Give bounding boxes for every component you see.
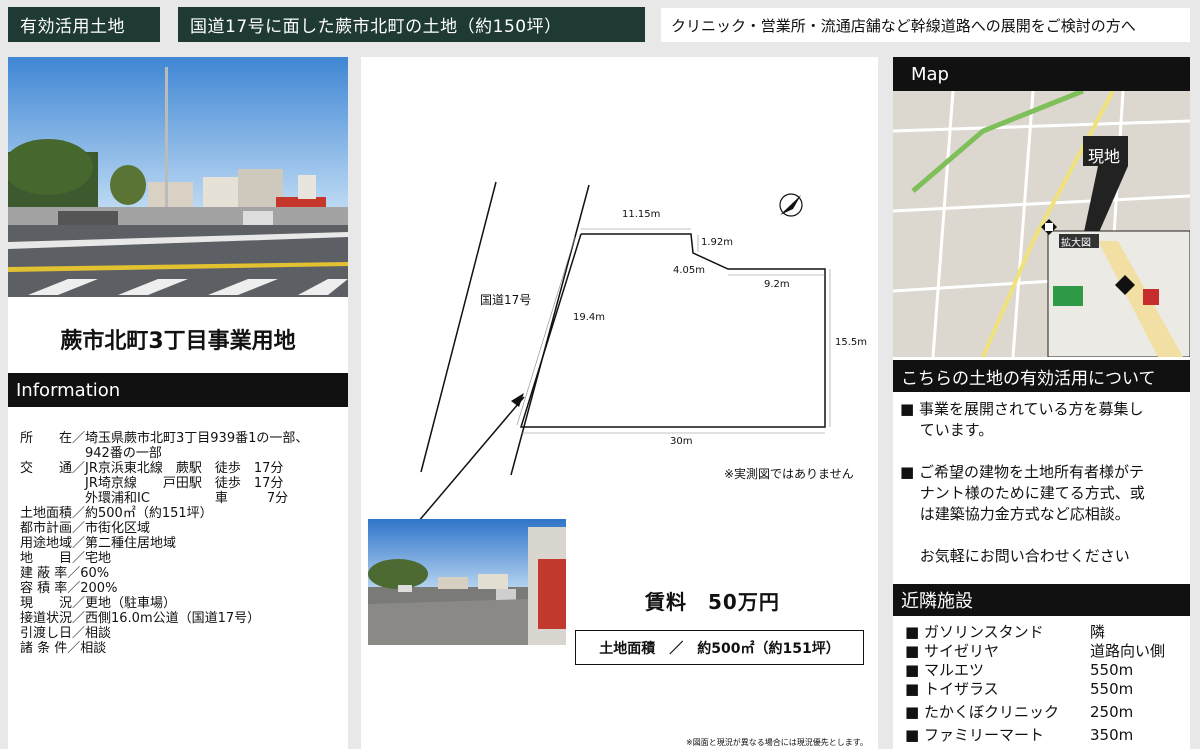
- road-edge-east: [510, 184, 590, 476]
- area-box: 土地面積 ／ 約500㎡（約151坪）: [575, 630, 864, 665]
- utilization-line: [900, 441, 1190, 462]
- site-photo: [368, 519, 566, 645]
- utilization-line: [900, 525, 1190, 546]
- info-line: 諸 条 件／相談: [20, 641, 107, 656]
- info-line: 建 蔽 率／60%: [20, 566, 110, 581]
- nearby-item-name: ■ ガソリンスタンド: [905, 623, 1044, 641]
- rent-label: 賃料 50万円: [645, 590, 780, 614]
- utilization-line: ています。: [900, 421, 994, 439]
- road-label: 国道17号: [480, 293, 532, 307]
- dim-right-top: 9.2m: [764, 279, 790, 290]
- nearby-item-distance: 550m: [1090, 680, 1134, 698]
- utilization-line: ■ 事業を展開されている方を募集し: [900, 400, 1144, 418]
- utilization-text: ■ 事業を展開されている方を募集し ています。 ■ ご希望の建物を土地所有者様が…: [900, 399, 1190, 567]
- utilization-heading: こちらの土地の有効活用について: [893, 360, 1190, 392]
- map-heading: Map: [893, 57, 1190, 91]
- dim-notch-diagonal: 4.05m: [673, 265, 706, 276]
- info-line: 所 在／埼玉県蕨市北町3丁目939番1の一部、: [20, 431, 309, 446]
- dim-notch-vertical: 1.92m: [701, 237, 734, 248]
- nearby-item-name: ■ ファミリーマート: [905, 726, 1044, 744]
- page-title: 国道17号に面した蕨市北町の土地（約150坪）: [178, 7, 645, 42]
- nearby-item: ■ たかくぼクリニック 250m: [905, 703, 1190, 722]
- plan-note: ※実測図ではありません: [724, 467, 854, 481]
- category-tag: 有効活用土地: [8, 7, 160, 42]
- page-subtitle-text: クリニック・営業所・流通店舗など幹線道路への展開をご検討の方へ: [671, 16, 1136, 35]
- info-line: 容 積 率／200%: [20, 581, 118, 596]
- info-line: JR埼京線 戸田駅 徒歩 17分: [20, 476, 284, 491]
- dim-top: 11.15m: [622, 209, 661, 220]
- dim-right: 15.5m: [835, 337, 868, 348]
- nearby-item-distance: 道路向い側: [1090, 642, 1166, 660]
- info-line: 接道状況／西側16.0m公道（国道17号）: [20, 611, 261, 626]
- road-edge-west: [420, 181, 497, 473]
- utilization-heading-text: こちらの土地の有効活用について: [901, 368, 1156, 389]
- photo-direction-arrow: [417, 396, 525, 523]
- location-map: [893, 91, 1190, 357]
- info-line: 現 況／更地（駐車場）: [20, 596, 177, 611]
- category-tag-label: 有効活用土地: [20, 17, 125, 37]
- map-site-label: 現地: [1088, 147, 1121, 166]
- nearby-item-distance: 350m: [1090, 726, 1134, 744]
- nearby-heading-text: 近隣施設: [901, 591, 973, 612]
- nearby-item-name: ■ マルエツ: [905, 661, 984, 679]
- nearby-heading: 近隣施設: [893, 584, 1190, 616]
- utilization-line: は建築協力金方式など応相談。: [900, 505, 1130, 523]
- dim-left: 19.4m: [573, 312, 606, 323]
- area-label: 土地面積 ／ 約500㎡（約151坪）: [599, 640, 840, 657]
- utilization-line: ナント様のために建てる方式、或: [900, 484, 1145, 502]
- nearby-item: ■ トイザラス 550m: [905, 680, 1190, 699]
- info-line: 交 通／JR京浜東北線 蕨駅 徒歩 17分: [20, 461, 284, 476]
- plan-footnote: ※図面と現況が異なる場合には現況優先とします。: [686, 738, 868, 747]
- info-line: 外環浦和IC 車 7分: [20, 491, 289, 506]
- lot-outline: [519, 233, 826, 428]
- info-line: 都市計画／市街化区域: [20, 521, 151, 536]
- nearby-item-distance: 250m: [1090, 703, 1134, 721]
- info-line: 地 目／宅地: [20, 551, 112, 566]
- dim-bottom: 30m: [670, 436, 693, 447]
- information-heading-text: Information: [16, 379, 121, 401]
- nearby-item-distance: 隣: [1090, 623, 1106, 641]
- nearby-item: ■ サイゼリヤ 道路向い側: [905, 642, 1190, 661]
- street-photo: [8, 57, 348, 297]
- utilization-line: お気軽にお問い合わせください: [900, 547, 1130, 565]
- information-heading: Information: [8, 373, 348, 407]
- information-list: 所 在／埼玉県蕨市北町3丁目939番1の一部、 942番の一部 交 通／JR京浜…: [20, 431, 345, 656]
- info-line: 引渡し日／相談: [20, 626, 112, 641]
- info-line: 用途地域／第二種住居地域: [20, 536, 177, 551]
- nearby-item: ■ マルエツ 550m: [905, 661, 1190, 680]
- nearby-item: ■ ガソリンスタンド 隣: [905, 623, 1190, 642]
- page-title-text: 国道17号に面した蕨市北町の土地（約150坪）: [190, 17, 562, 37]
- nearby-item-distance: 550m: [1090, 661, 1134, 679]
- page-subtitle: クリニック・営業所・流通店舗など幹線道路への展開をご検討の方へ: [661, 8, 1190, 42]
- nearby-list: ■ ガソリンスタンド 隣 ■ サイゼリヤ 道路向い側 ■ マルエツ 550m ■ トイ…: [905, 623, 1190, 745]
- map-zoom-label: 拡大図: [1061, 238, 1091, 249]
- site-plan-drawing: [417, 181, 831, 523]
- property-name: 蕨市北町3丁目事業用地: [60, 329, 296, 354]
- utilization-line: ■ ご希望の建物を土地所有者様がテ: [900, 463, 1144, 481]
- map-heading-text: Map: [911, 63, 949, 85]
- nearby-item-name: ■ サイゼリヤ: [905, 642, 999, 660]
- info-line: 942番の一部: [20, 446, 162, 461]
- nearby-item-name: ■ たかくぼクリニック: [905, 703, 1059, 721]
- nearby-item: ■ ファミリーマート 350m: [905, 726, 1190, 745]
- info-line: 土地面積／約500㎡（約151坪）: [20, 506, 213, 521]
- nearby-item-name: ■ トイザラス: [905, 680, 999, 698]
